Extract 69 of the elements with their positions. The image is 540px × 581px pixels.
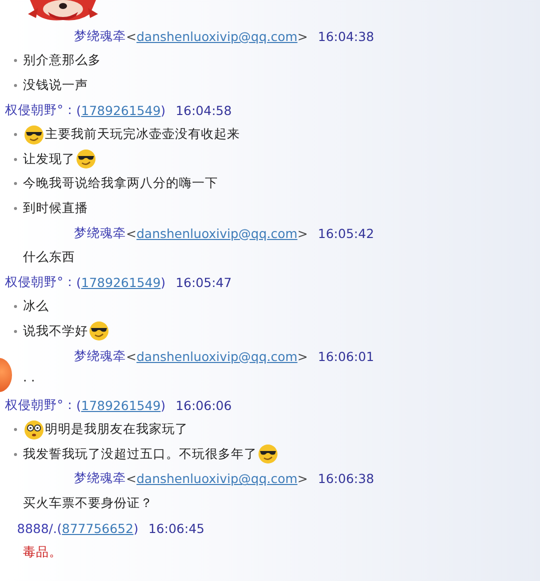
- bullet-dot: [14, 133, 17, 136]
- sunglasses-smiley-icon: [89, 321, 109, 342]
- sender-name: 梦绕魂牵: [74, 348, 126, 365]
- message-text: 冰么: [23, 298, 49, 316]
- bullet-dot: [14, 452, 17, 456]
- message-text: 别介意那么多: [23, 52, 101, 70]
- sender-name: 权侵朝野°：: [5, 396, 76, 414]
- message-text: 没钱说一声: [23, 76, 88, 94]
- message-text: 今晚我哥说给我拿两八分的嗨一下: [23, 175, 218, 192]
- bullet-dot: [14, 59, 17, 62]
- message-time: 16:06:01: [318, 348, 374, 364]
- message-text: · ·: [23, 373, 35, 388]
- message-text: 主要我前天玩完冰壶壶没有收起来: [45, 126, 240, 144]
- contact-link[interactable]: 1789261549: [81, 274, 161, 290]
- bullet-dot: [14, 158, 17, 161]
- bracket: ): [133, 520, 138, 536]
- message-text: 让发现了: [23, 150, 75, 168]
- message-time: 16:06:06: [176, 398, 232, 413]
- message-text: 到时候直播: [23, 200, 88, 217]
- bracket: ): [160, 102, 166, 118]
- message-time: 16:06:45: [148, 520, 204, 536]
- bracket: >: [297, 348, 308, 364]
- message-time: 16:06:38: [318, 471, 374, 486]
- bullet-dot: [14, 206, 17, 210]
- message-text: 明明是我朋友在我家玩了: [45, 421, 188, 438]
- message-text: 毒品。: [23, 544, 62, 562]
- message-text: 买火车票不要身份证？: [23, 495, 153, 512]
- sender-name: 梦绕魂牵: [74, 470, 126, 488]
- contact-link[interactable]: danshenluoxivip@qq.com: [136, 471, 298, 486]
- contact-link[interactable]: 1789261549: [81, 398, 161, 413]
- bracket: ): [160, 398, 166, 413]
- sender-name: 梦绕魂牵: [74, 224, 126, 242]
- message-time: 16:05:42: [318, 226, 374, 241]
- bracket: >: [297, 226, 308, 241]
- contact-link[interactable]: danshenluoxivip@qq.com: [136, 226, 298, 241]
- sender-name: 权侵朝野°：: [5, 102, 76, 119]
- sender-name: 权侵朝野°：: [5, 274, 76, 291]
- sender-name: 8888/.: [17, 520, 57, 536]
- bracket: >: [297, 28, 308, 44]
- bracket: (: [76, 398, 82, 413]
- sunglasses-smiley-icon: [258, 444, 278, 464]
- bullet-dot: [14, 305, 17, 308]
- message-time: 16:04:38: [318, 28, 374, 44]
- bullet-dot: [14, 84, 17, 87]
- bullet-dot: [14, 182, 17, 186]
- sunglasses-smiley-icon: [76, 149, 96, 170]
- bracket: <: [126, 348, 136, 364]
- bracket: >: [297, 471, 308, 486]
- sunglasses-smiley-icon: [24, 124, 44, 145]
- bracket: <: [126, 28, 136, 44]
- dizzy-face-icon: [24, 420, 44, 440]
- bracket: ): [160, 274, 166, 290]
- bullet-dot: [14, 330, 17, 333]
- bracket: <: [126, 471, 136, 486]
- bullet-dot: [14, 428, 17, 432]
- bracket: (: [76, 102, 82, 118]
- message-text: 什么东西: [23, 249, 75, 266]
- message-time: 16:04:58: [176, 102, 232, 118]
- bracket: <: [126, 226, 136, 241]
- contact-link[interactable]: 1789261549: [81, 102, 161, 118]
- contact-link[interactable]: danshenluoxivip@qq.com: [136, 348, 298, 364]
- contact-link[interactable]: 877756652: [62, 520, 134, 536]
- contact-link[interactable]: danshenluoxivip@qq.com: [136, 28, 298, 44]
- message-text: 说我不学好: [23, 322, 88, 340]
- message-time: 16:05:47: [176, 274, 232, 290]
- bracket: (: [57, 520, 62, 536]
- sender-name: 梦绕魂牵: [74, 28, 126, 45]
- bracket: (: [76, 274, 82, 290]
- message-text: 我发誓我玩了没超过五口。不玩很多年了: [23, 446, 257, 463]
